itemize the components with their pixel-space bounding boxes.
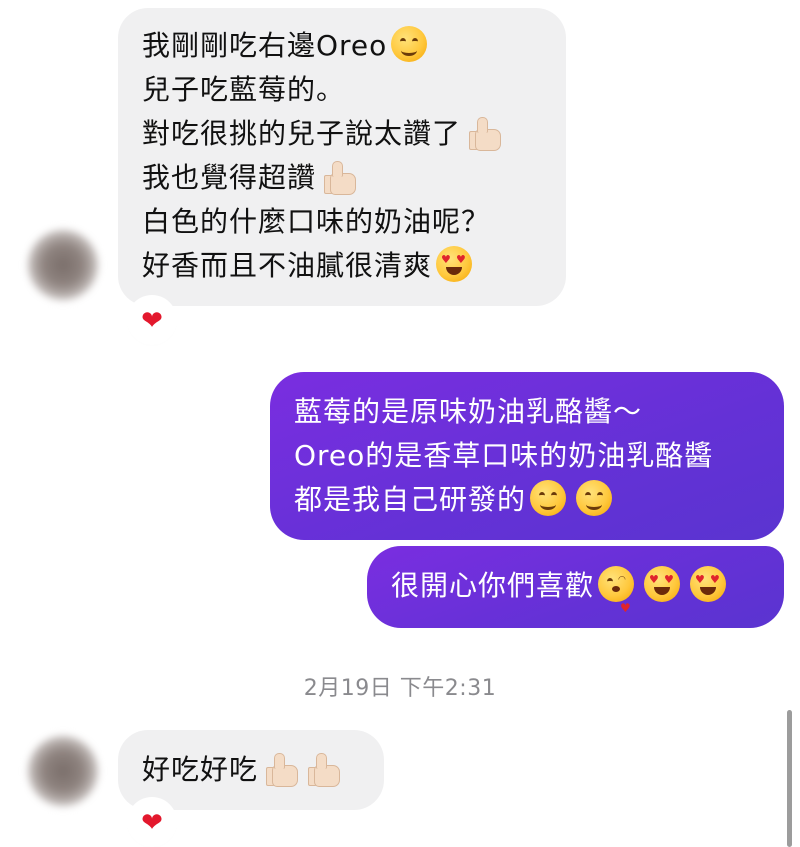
message-line: Oreo的是香草口味的奶油乳酪醬 xyxy=(294,439,714,472)
message-line: 兒子吃藍莓的。 xyxy=(142,73,346,106)
message-timestamp: 2月19日 下午2:31 xyxy=(303,676,497,701)
message-line: 白色的什麼口味的奶油呢？ xyxy=(142,205,491,238)
message-line: 都是我自己研發的 xyxy=(294,478,760,522)
thumbs-up-icon xyxy=(467,116,502,151)
message-line: 很開心你們喜歡 ◠ ♥ ♥ ♥ ♥ ♥ xyxy=(391,564,760,615)
message-line: 我剛剛吃右邊Oreo xyxy=(142,24,542,68)
message-line: 好香而且不油膩很清爽 ♥ ♥ xyxy=(142,244,542,288)
red-heart-icon: ❤ xyxy=(141,808,163,838)
message-line: 藍莓的是原味奶油乳酪醬～ xyxy=(294,395,643,428)
outgoing-message-bubble[interactable]: 藍莓的是原味奶油乳酪醬～ Oreo的是香草口味的奶油乳酪醬 都是我自己研發的 xyxy=(270,372,784,540)
smiling-face-icon xyxy=(391,26,428,62)
message-line: 對吃很挑的兒子說太讚了 xyxy=(142,112,542,156)
sender-avatar[interactable] xyxy=(28,736,98,806)
incoming-message-bubble[interactable]: 我剛剛吃右邊Oreo 兒子吃藍莓的。 對吃很挑的兒子說太讚了 我也覺得超讚 白色… xyxy=(118,8,566,306)
thumbs-up-icon xyxy=(264,752,299,787)
message-line: 我也覺得超讚 xyxy=(142,156,542,200)
outgoing-message-bubble[interactable]: 很開心你們喜歡 ◠ ♥ ♥ ♥ ♥ ♥ xyxy=(367,546,784,628)
red-heart-icon: ❤ xyxy=(141,306,163,336)
kissing-heart-face-icon: ◠ ♥ xyxy=(598,566,635,615)
heart-eyes-face-icon: ♥ ♥ xyxy=(644,566,681,602)
thumbs-up-icon xyxy=(306,752,341,787)
smiling-face-icon xyxy=(576,480,613,516)
smiling-face-icon xyxy=(530,480,567,516)
heart-reaction[interactable]: ❤ xyxy=(130,800,174,844)
heart-eyes-face-icon: ♥ ♥ xyxy=(690,566,727,602)
heart-eyes-face-icon: ♥ ♥ xyxy=(436,246,473,282)
sender-avatar[interactable] xyxy=(28,230,98,300)
heart-reaction[interactable]: ❤ xyxy=(130,298,174,342)
scrollbar[interactable] xyxy=(787,710,792,847)
thumbs-up-icon xyxy=(322,160,357,195)
message-line: 好吃好吃 xyxy=(142,748,360,792)
incoming-message-bubble[interactable]: 好吃好吃 xyxy=(118,730,384,810)
